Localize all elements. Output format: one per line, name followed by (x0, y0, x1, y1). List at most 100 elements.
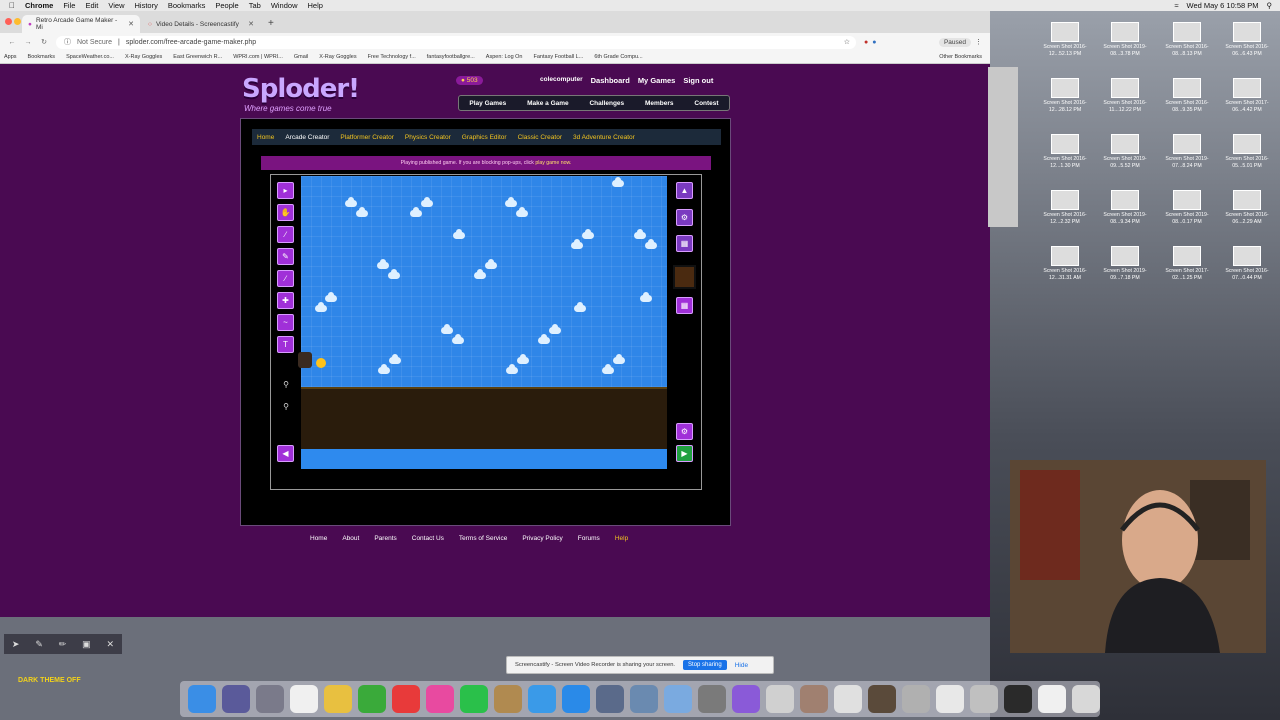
subnav-physics-creator[interactable]: Physics Creator (405, 134, 451, 141)
dock-app-icon[interactable] (358, 685, 386, 713)
bookmark-item[interactable]: SpaceWeather.co... (66, 54, 114, 60)
grid-icon[interactable]: ▦ (676, 297, 693, 314)
subnav-platformer-creator[interactable]: Platformer Creator (340, 134, 393, 141)
footer-contact[interactable]: Contact Us (412, 535, 444, 542)
play-game-now-link[interactable]: play game now. (535, 160, 571, 166)
desktop-file[interactable]: Screen Shot 2016-05...5.01 PM (1220, 134, 1274, 169)
new-tab-icon[interactable]: + (268, 18, 274, 29)
desktop-file[interactable]: Screen Shot 2016-11...12.22 PM (1098, 78, 1152, 113)
menu-window[interactable]: Window (271, 1, 298, 10)
desktop-file[interactable]: Screen Shot 2016-06...2.29 AM (1220, 190, 1274, 225)
desktop-file[interactable]: Screen Shot 2016-12...1.30 PM (1038, 134, 1092, 169)
dock-app-icon[interactable] (936, 685, 964, 713)
menu-file[interactable]: File (63, 1, 75, 10)
graphics-icon[interactable]: ▦ (676, 235, 693, 252)
game-ground[interactable] (301, 387, 667, 449)
play-icon[interactable]: ▶ (676, 445, 693, 462)
nav-contest[interactable]: Contest (694, 100, 718, 107)
nav-members[interactable]: Members (645, 100, 674, 107)
bookmark-item[interactable]: East Greenwich R... (173, 54, 222, 60)
dock-app-icon[interactable] (732, 685, 760, 713)
dock-app-icon[interactable] (698, 685, 726, 713)
subnav-graphics-editor[interactable]: Graphics Editor (462, 134, 507, 141)
camera-icon[interactable]: ▣ (82, 639, 91, 650)
sign-out-link[interactable]: Sign out (683, 76, 713, 85)
dock-app-icon[interactable] (630, 685, 658, 713)
bookmark-item[interactable]: WPRI.com | WPRI... (233, 54, 283, 60)
brush-tool-icon[interactable]: ∕ (277, 226, 294, 243)
menu-tab[interactable]: Tab (249, 1, 261, 10)
footer-parents[interactable]: Parents (374, 535, 396, 542)
desktop-file[interactable]: Screen Shot 2016-08...9.35 PM (1160, 78, 1214, 113)
bookmark-item[interactable]: X-Ray Goggles (125, 54, 162, 60)
zoom-out-icon[interactable]: ⚲ (279, 399, 293, 413)
footer-about[interactable]: About (342, 535, 359, 542)
other-bookmarks[interactable]: Other Bookmarks (939, 54, 982, 60)
subnav-home[interactable]: Home (257, 134, 274, 141)
dock-app-icon[interactable] (1004, 685, 1032, 713)
close-icon[interactable]: ✕ (128, 20, 134, 28)
menu-bookmarks[interactable]: Bookmarks (168, 1, 206, 10)
dock-app-icon[interactable] (494, 685, 522, 713)
menu-edit[interactable]: Edit (85, 1, 98, 10)
desktop-file[interactable]: Screen Shot 2019-08...0.17 PM (1160, 190, 1214, 225)
dock-app-icon[interactable] (222, 685, 250, 713)
dashboard-link[interactable]: Dashboard (591, 76, 630, 85)
dock-app-icon[interactable] (800, 685, 828, 713)
dock-app-icon[interactable] (188, 685, 216, 713)
dock-app-icon[interactable] (596, 685, 624, 713)
dock-app-icon[interactable] (664, 685, 692, 713)
dock-app-icon[interactable] (460, 685, 488, 713)
gear-icon[interactable]: ⚙ (676, 423, 693, 440)
dock-app-icon[interactable] (256, 685, 284, 713)
menu-view[interactable]: View (108, 1, 124, 10)
desktop-file[interactable]: Screen Shot 2016-12...31.31 AM (1038, 246, 1092, 281)
bookmark-item[interactable]: Bookmarks (28, 54, 56, 60)
bookmark-item[interactable]: fantasyfootballgre... (427, 54, 475, 60)
bookmark-item[interactable]: X-Ray Goggles (319, 54, 356, 60)
player-sprite[interactable] (298, 352, 312, 368)
extension-icon[interactable]: ● (864, 39, 868, 46)
footer-home[interactable]: Home (310, 535, 327, 542)
dock-app-icon[interactable] (834, 685, 862, 713)
highlighter-icon[interactable]: ✏ (59, 639, 67, 650)
apple-icon[interactable]:  (9, 1, 15, 10)
extension-icon[interactable]: ● (872, 39, 876, 46)
desktop-file[interactable]: Screen Shot 2016-08...8.13 PM (1160, 22, 1214, 57)
footer-terms[interactable]: Terms of Service (459, 535, 507, 542)
tab-video-details[interactable]: ○ Video Details - Screencastify ✕ (142, 15, 260, 33)
bookmark-item[interactable]: Apps (4, 54, 17, 60)
dock-app-icon[interactable] (970, 685, 998, 713)
stop-sharing-button[interactable]: Stop sharing (683, 660, 727, 670)
tile-preview[interactable] (673, 265, 696, 289)
dock-app-icon[interactable] (1072, 685, 1100, 713)
wifi-icon[interactable]: ≈ (1174, 1, 1178, 10)
pointer-tool-icon[interactable]: ▸ (277, 182, 294, 199)
minimize-window-icon[interactable] (14, 18, 21, 25)
subnav-arcade-creator[interactable]: Arcade Creator (285, 134, 329, 141)
menu-app[interactable]: Chrome (25, 1, 53, 10)
move-tool-icon[interactable]: ✚ (277, 292, 294, 309)
clock[interactable]: Wed May 6 10:58 PM (1187, 1, 1259, 10)
desktop-file[interactable]: Screen Shot 2016-12...28.12 PM (1038, 78, 1092, 113)
desktop-file[interactable]: Screen Shot 2016-12...2.32 PM (1038, 190, 1092, 225)
bookmark-item[interactable]: Aspen: Log On (486, 54, 523, 60)
bookmark-item[interactable]: 6th Grade Compu... (594, 54, 642, 60)
dock-app-icon[interactable] (528, 685, 556, 713)
menu-people[interactable]: People (215, 1, 238, 10)
url-input[interactable]: ⓘ Not Secure | sploder.com/free-arcade-g… (56, 35, 856, 49)
scroll-left-icon[interactable]: ◀ (277, 445, 294, 462)
menu-kebab-icon[interactable]: ⋮ (975, 38, 982, 46)
search-icon[interactable]: ⚲ (1267, 1, 1273, 10)
menu-help[interactable]: Help (308, 1, 323, 10)
forward-icon[interactable]: → (24, 39, 32, 46)
desktop-file[interactable]: Screen Shot 2019-08...3.78 PM (1098, 22, 1152, 57)
profile-paused-button[interactable]: Paused (938, 37, 971, 47)
my-games-link[interactable]: My Games (638, 76, 676, 85)
reload-icon[interactable]: ↻ (40, 38, 48, 46)
back-icon[interactable]: ← (8, 39, 16, 46)
close-icon[interactable]: ✕ (107, 639, 115, 650)
line-tool-icon[interactable]: ∕ (277, 270, 294, 287)
subnav-classic-creator[interactable]: Classic Creator (518, 134, 562, 141)
desktop-file[interactable]: Screen Shot 2016-12...52.13 PM (1038, 22, 1092, 57)
